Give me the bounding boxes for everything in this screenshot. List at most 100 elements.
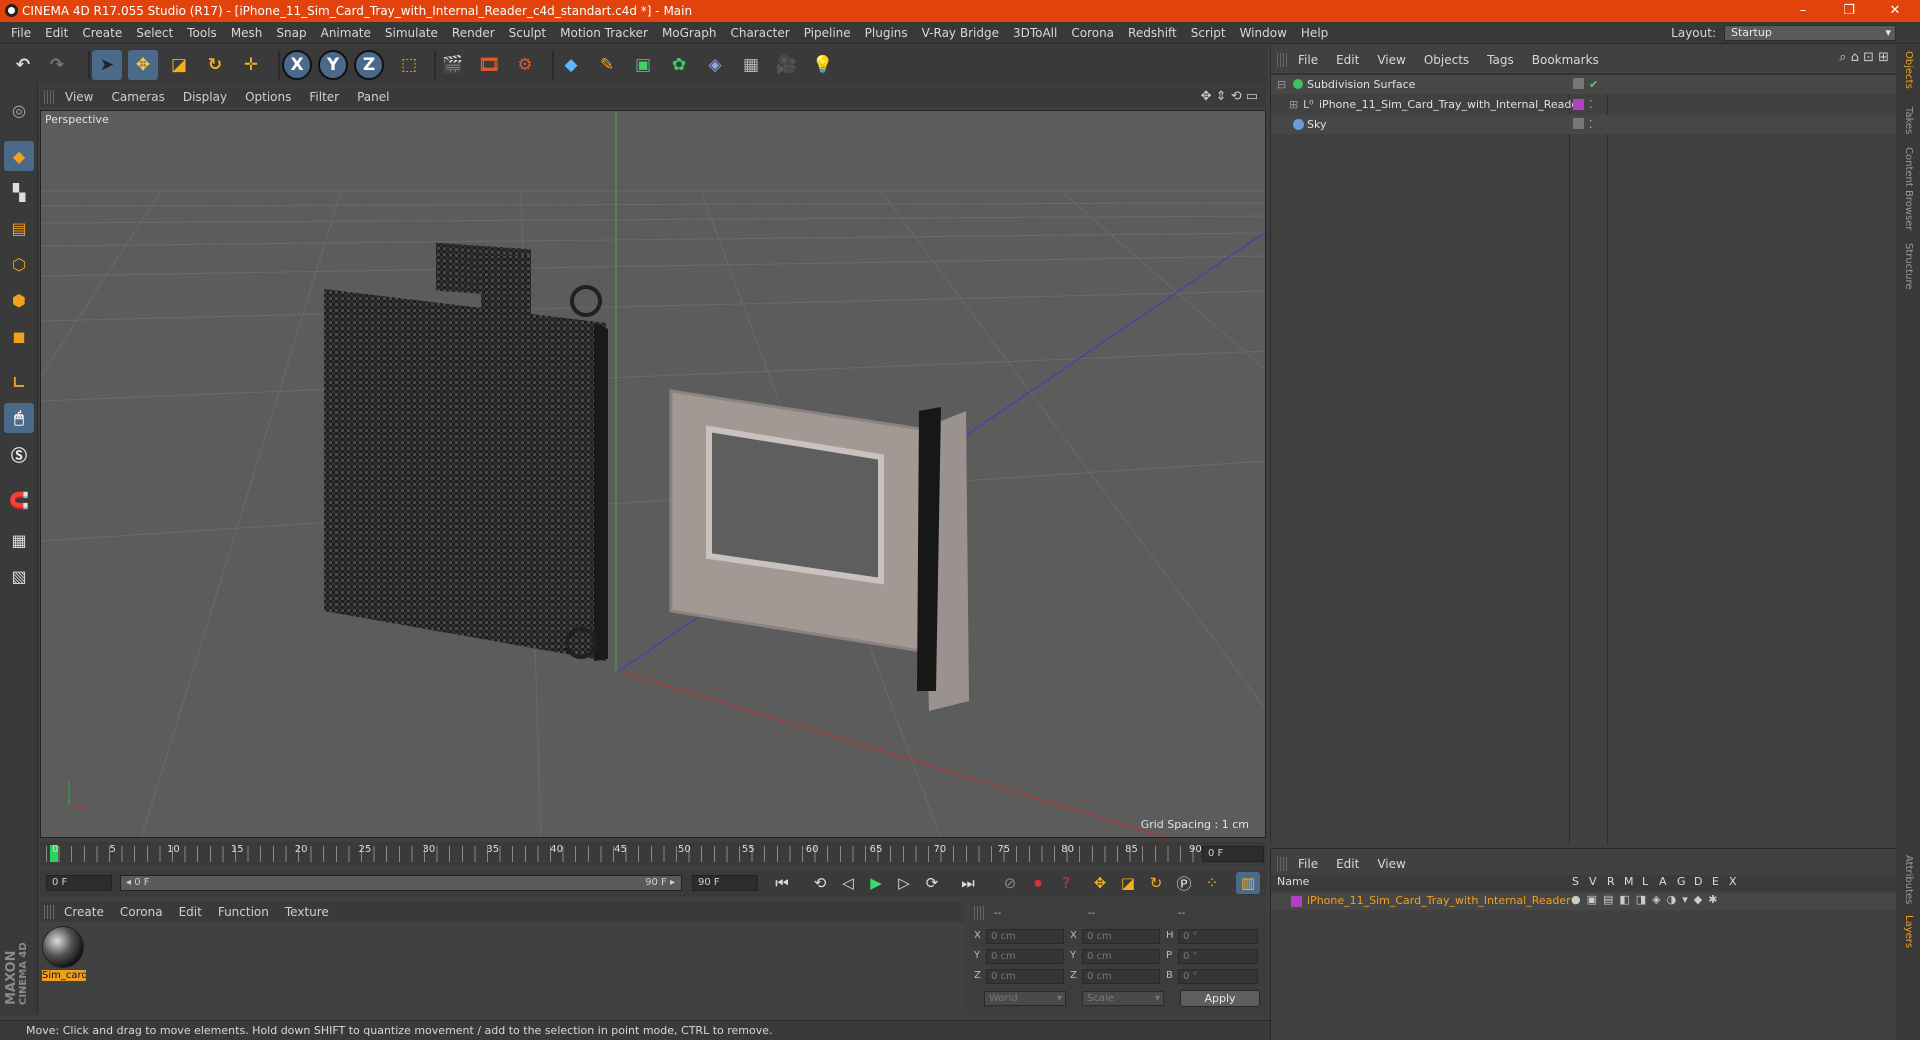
menu-window[interactable]: Window (1233, 22, 1294, 44)
timeline-window-icon[interactable]: ▥ (1236, 872, 1260, 894)
menu-plugins[interactable]: Plugins (858, 22, 915, 44)
tree-expander[interactable]: ⊞ (1289, 95, 1298, 114)
planar-workplane-icon[interactable]: ▧ (4, 561, 34, 591)
menu-pipeline[interactable]: Pipeline (797, 22, 858, 44)
timeline-ruler[interactable]: 0 5 10 15 20 25 30 35 40 45 50 55 60 65 70 75 80 85 90 0 F (40, 842, 1266, 866)
tab-structure[interactable]: Structure (1903, 243, 1914, 290)
menu-animate[interactable]: Animate (314, 22, 378, 44)
material-menu-create[interactable]: Create (56, 902, 112, 922)
rotate-tool-icon[interactable]: ↻ (200, 50, 230, 80)
om-menu-file[interactable]: File (1289, 50, 1327, 70)
coordinate-space-dropdown[interactable]: World ▾ (984, 991, 1066, 1006)
step-back-icon[interactable]: ◁ (836, 872, 860, 894)
visibility-dots-icon[interactable]: ⁚ (1589, 95, 1593, 114)
floor-icon[interactable]: ▦ (736, 50, 766, 80)
light-icon[interactable]: 💡 (808, 50, 838, 80)
menu-corona[interactable]: Corona (1064, 22, 1121, 44)
material-menu-edit[interactable]: Edit (171, 902, 210, 922)
visibility-dots-icon[interactable]: ⁚ (1589, 115, 1593, 134)
end-frame-field[interactable]: 90 F (692, 875, 758, 891)
menu-tools[interactable]: Tools (180, 22, 224, 44)
render-view-icon[interactable]: 🎬 (438, 50, 468, 80)
size-x-field[interactable]: 0 cm (1082, 929, 1160, 944)
rot-h-field[interactable]: 0 ° (1178, 929, 1258, 944)
tweak-mode-icon[interactable]: 🖱 (4, 403, 34, 433)
om-menu-edit[interactable]: Edit (1327, 50, 1368, 70)
current-frame-field[interactable]: 0 F (1202, 846, 1264, 862)
autokey-icon[interactable]: ? (1054, 872, 1078, 894)
tab-content-browser[interactable]: Content Browser (1903, 147, 1914, 230)
lock-workplane-icon[interactable]: ▦ (4, 525, 34, 555)
axis-mode-icon[interactable]: ∟ (4, 367, 34, 397)
material-menu-texture[interactable]: Texture (277, 902, 337, 922)
tab-attributes[interactable]: Attributes (1903, 855, 1914, 904)
go-to-start-icon[interactable]: ⏮ (770, 872, 794, 894)
solo-mode-icon[interactable]: Ⓢ (4, 439, 34, 469)
render-picture-viewer-icon[interactable]: 🎞 (474, 50, 504, 80)
key-pla-icon[interactable]: ⁘ (1200, 872, 1224, 894)
edges-mode-icon[interactable]: ⬢ (4, 285, 34, 315)
material-menu-function[interactable]: Function (210, 902, 277, 922)
layer-menu-view[interactable]: View (1368, 857, 1414, 871)
menu-render[interactable]: Render (445, 22, 502, 44)
restore-button[interactable]: ❐ (1826, 0, 1872, 22)
viewport-menu-panel[interactable]: Panel (348, 87, 398, 107)
menu-mograph[interactable]: MoGraph (655, 22, 724, 44)
frame-range-slider[interactable]: ◂ 0 F 90 F ▸ (120, 875, 682, 891)
menu-select[interactable]: Select (129, 22, 180, 44)
material-menu-corona[interactable]: Corona (112, 902, 171, 922)
points-mode-icon[interactable]: ⬡ (4, 249, 34, 279)
go-to-end-icon[interactable]: ⏭ (956, 872, 980, 894)
menu-3dtoall[interactable]: 3DToAll (1006, 22, 1064, 44)
menu-help[interactable]: Help (1294, 22, 1335, 44)
menu-script[interactable]: Script (1184, 22, 1233, 44)
tree-expander[interactable]: ⊟ (1277, 75, 1286, 94)
om-menu-objects[interactable]: Objects (1415, 50, 1478, 70)
layer-menu-file[interactable]: File (1289, 857, 1327, 871)
menu-character[interactable]: Character (723, 22, 796, 44)
size-z-field[interactable]: 0 cm (1082, 969, 1160, 984)
layer-toggle-icons[interactable]: ●▣▤◧◨◈◑▾◆✱ (1571, 893, 1723, 906)
pos-x-field[interactable]: 0 cm (986, 929, 1064, 944)
make-editable-icon[interactable]: ◎ (4, 95, 34, 125)
start-frame-field[interactable]: 0 F (46, 875, 112, 891)
material-swatch[interactable]: Sim_card (42, 926, 86, 984)
cloner-icon[interactable]: ✿ (664, 50, 694, 80)
record-disabled-icon[interactable]: ⊘ (998, 872, 1022, 894)
undo-icon[interactable]: ↶ (8, 50, 38, 80)
om-menu-view[interactable]: View (1368, 50, 1414, 70)
size-y-field[interactable]: 0 cm (1082, 949, 1160, 964)
minimize-button[interactable]: – (1780, 0, 1826, 22)
apply-button[interactable]: Apply (1180, 990, 1260, 1007)
pos-z-field[interactable]: 0 cm (986, 969, 1064, 984)
viewport-navigation-icons[interactable]: ✥ ⇕ ⟲ ▭ (1201, 89, 1258, 104)
menu-file[interactable]: File (4, 22, 38, 44)
key-param-icon[interactable]: Ⓟ (1172, 872, 1196, 894)
coordinate-system-icon[interactable]: ⬚ (394, 50, 424, 80)
scale-tool-icon[interactable]: ◪ (164, 50, 194, 80)
menu-redshift[interactable]: Redshift (1121, 22, 1184, 44)
live-selection-icon[interactable]: ➤ (92, 50, 122, 80)
play-icon[interactable]: ▶ (864, 872, 888, 894)
layer-row[interactable]: iPhone_11_Sim_Card_Tray_with_Internal_Re… (1271, 893, 1897, 910)
key-rotate-icon[interactable]: ↻ (1144, 872, 1168, 894)
menu-create[interactable]: Create (75, 22, 129, 44)
tab-objects[interactable]: Objects (1903, 51, 1914, 89)
key-scale-icon[interactable]: ◪ (1116, 872, 1140, 894)
previous-key-icon[interactable]: ⟲ (808, 872, 832, 894)
menu-sculpt[interactable]: Sculpt (502, 22, 553, 44)
move-tool-icon[interactable]: ✥ (128, 50, 158, 80)
next-key-icon[interactable]: ⟳ (920, 872, 944, 894)
size-mode-dropdown[interactable]: Scale ▾ (1082, 991, 1164, 1006)
y-axis-button[interactable]: Y (318, 50, 348, 80)
menu-mesh[interactable]: Mesh (224, 22, 270, 44)
snap-icon[interactable]: 🧲 (4, 485, 34, 515)
cube-primitive-icon[interactable]: ◆ (556, 50, 586, 80)
om-menu-bookmarks[interactable]: Bookmarks (1523, 50, 1608, 70)
layout-dropdown[interactable]: Startup ▾ (1724, 25, 1896, 41)
menu-simulate[interactable]: Simulate (378, 22, 445, 44)
viewport-menu-view[interactable]: View (56, 87, 102, 107)
viewport-menu-display[interactable]: Display (174, 87, 236, 107)
menu-edit[interactable]: Edit (38, 22, 75, 44)
pos-y-field[interactable]: 0 cm (986, 949, 1064, 964)
